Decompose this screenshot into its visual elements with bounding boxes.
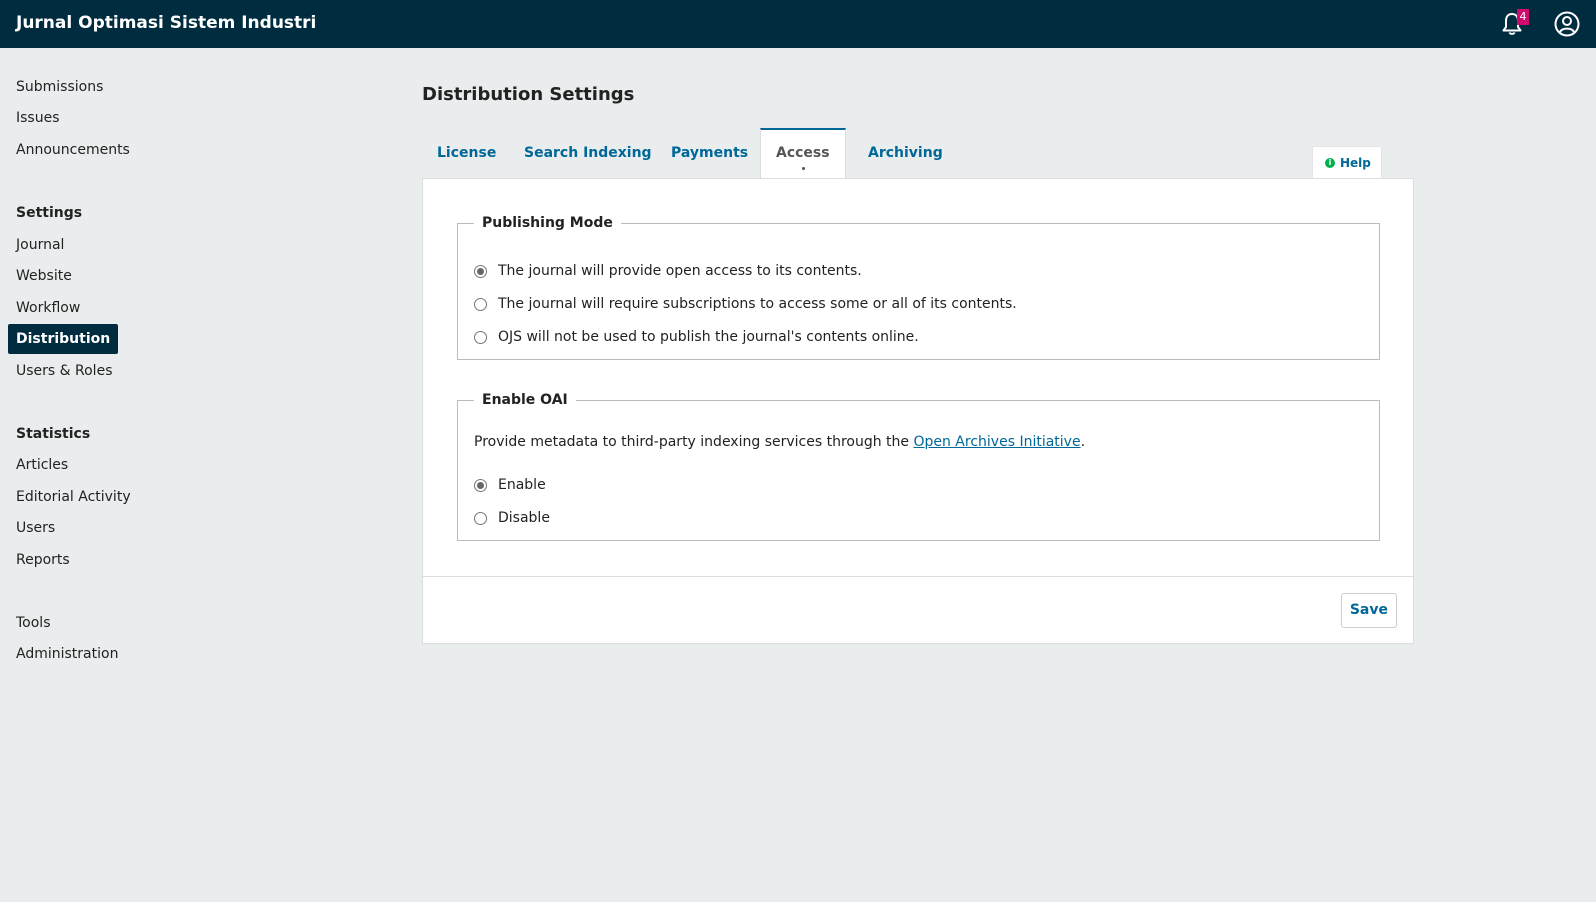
radio-label: Enable xyxy=(498,477,546,493)
info-icon: i xyxy=(1325,157,1335,168)
help-label: Help xyxy=(1340,156,1371,170)
radio-button[interactable] xyxy=(474,512,487,525)
radio-button[interactable] xyxy=(474,298,487,311)
sidebar-item-tools[interactable]: Tools xyxy=(8,608,59,638)
sidebar-item-submissions[interactable]: Submissions xyxy=(8,72,111,102)
radio-button[interactable] xyxy=(474,479,487,492)
tab-search-indexing[interactable]: Search Indexing xyxy=(509,128,667,179)
access-settings-panel: Publishing Mode The journal will provide… xyxy=(422,178,1414,644)
sidebar-item-journal[interactable]: Journal xyxy=(8,230,72,260)
tab-license[interactable]: License xyxy=(422,128,511,179)
help-button[interactable]: i Help xyxy=(1312,146,1382,179)
sidebar-heading-statistics: Statistics xyxy=(16,426,91,442)
enable-oai-legend: Enable OAI xyxy=(482,392,568,408)
sidebar-item-reports[interactable]: Reports xyxy=(8,545,78,575)
notification-badge: 4 xyxy=(1517,9,1529,25)
radio-label: The journal will require subscriptions t… xyxy=(498,296,1017,312)
page-title: Distribution Settings xyxy=(422,84,635,105)
radio-label: OJS will not be used to publish the jour… xyxy=(498,329,919,345)
sidebar-heading-settings: Settings xyxy=(16,205,83,221)
sidebar-item-users-roles[interactable]: Users & Roles xyxy=(8,356,120,386)
enable-oai-fieldset: Enable OAI Provide metadata to third-par… xyxy=(457,392,1380,541)
oai-description: Provide metadata to third-party indexing… xyxy=(474,434,1086,450)
sidebar-item-announcements[interactable]: Announcements xyxy=(8,135,138,165)
form-footer: Save xyxy=(423,576,1413,643)
sidebar-item-distribution[interactable]: Distribution xyxy=(8,324,119,354)
sidebar-item-articles[interactable]: Articles xyxy=(8,450,76,480)
user-icon[interactable] xyxy=(1554,11,1580,37)
sidebar-item-workflow[interactable]: Workflow xyxy=(8,293,88,323)
publishing-mode-fieldset: Publishing Mode The journal will provide… xyxy=(457,215,1380,360)
tab-archiving[interactable]: Archiving xyxy=(853,128,958,179)
sidebar-item-administration[interactable]: Administration xyxy=(8,639,126,669)
radio-label: Disable xyxy=(498,510,550,526)
tab-access[interactable]: Access xyxy=(760,128,846,179)
site-title[interactable]: Jurnal Optimasi Sistem Industri xyxy=(16,13,316,33)
sidebar-item-issues[interactable]: Issues xyxy=(8,103,68,133)
tab-payments[interactable]: Payments xyxy=(656,128,763,179)
publishing-mode-legend: Publishing Mode xyxy=(482,215,613,231)
radio-label: The journal will provide open access to … xyxy=(498,263,862,279)
sidebar-item-users[interactable]: Users xyxy=(8,513,63,543)
radio-button[interactable] xyxy=(474,331,487,344)
top-bar: Jurnal Optimasi Sistem Industri 4 xyxy=(0,0,1596,48)
open-archives-initiative-link[interactable]: Open Archives Initiative xyxy=(913,434,1080,450)
save-button[interactable]: Save xyxy=(1340,593,1397,628)
sidebar-item-website[interactable]: Website xyxy=(8,261,80,291)
sidebar-item-editorial-activity[interactable]: Editorial Activity xyxy=(8,482,139,512)
radio-button[interactable] xyxy=(474,265,487,278)
